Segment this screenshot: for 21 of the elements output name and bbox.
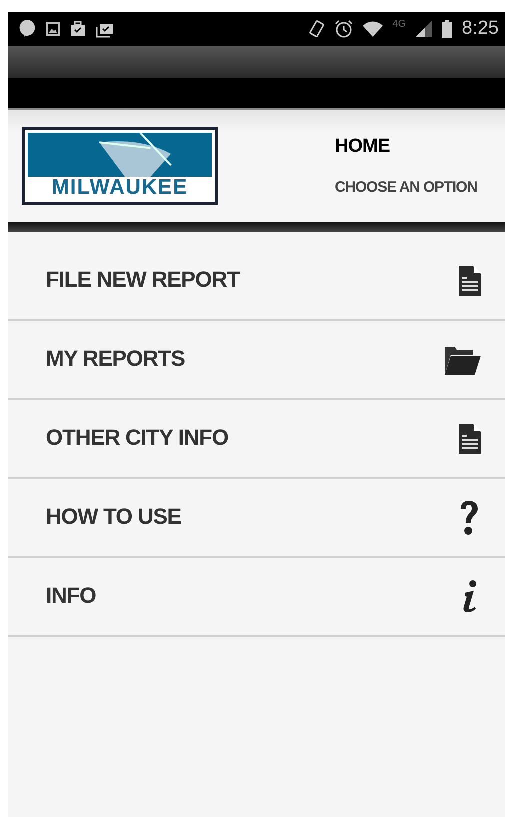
rotate-icon — [308, 20, 325, 38]
clock-time: 8:25 — [462, 18, 499, 40]
wifi-icon — [362, 21, 383, 37]
chat-icon — [18, 19, 36, 39]
menu-item[interactable]: OTHER CITY INFO — [8, 400, 505, 479]
signal-icon — [416, 21, 432, 37]
folder-icon — [443, 344, 481, 374]
logo-text: MILWAUKEE — [50, 177, 190, 199]
document-icon — [459, 266, 481, 296]
page-title: HOME — [335, 134, 390, 159]
menu-item[interactable]: INFO — [8, 558, 505, 637]
briefcase-icon — [70, 21, 86, 37]
page-subtitle: CHOOSE AN OPTION — [335, 178, 478, 198]
battery-icon — [442, 20, 452, 38]
menu-item[interactable]: FILE NEW REPORT — [8, 242, 505, 321]
menu-item[interactable]: MY REPORTS — [8, 321, 505, 400]
document-icon — [459, 424, 481, 454]
menu-item[interactable]: HOW TO USE — [8, 479, 505, 558]
alarm-icon — [334, 20, 353, 38]
network-type: 4G — [392, 18, 406, 30]
image-icon — [46, 22, 60, 36]
